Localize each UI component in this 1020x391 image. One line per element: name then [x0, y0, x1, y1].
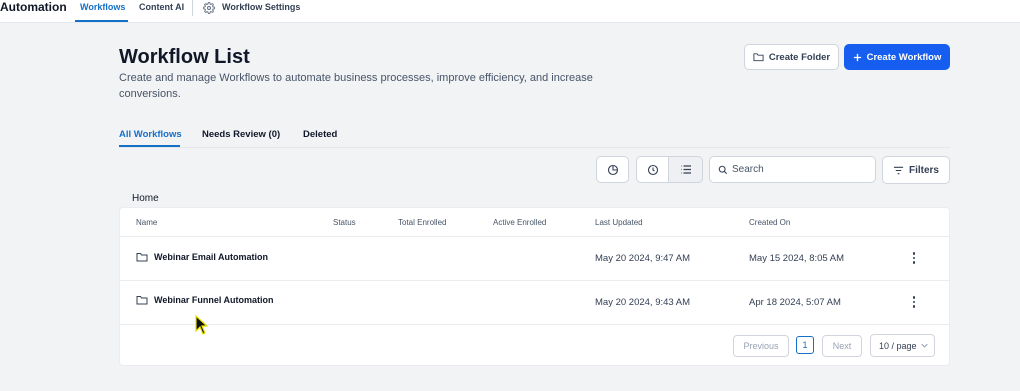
- create-folder-button[interactable]: Create Folder: [744, 44, 839, 70]
- create-workflow-label: Create Workflow: [866, 51, 942, 63]
- column-header-name: Name: [136, 218, 158, 227]
- tab-active-indicator: [119, 145, 180, 147]
- nav-tab-active-indicator: [75, 20, 128, 22]
- row-actions-menu-icon[interactable]: [909, 295, 919, 309]
- workflow-name: Webinar Funnel Automation: [154, 295, 274, 305]
- header-divider: [120, 236, 949, 237]
- clock-icon: [647, 164, 658, 175]
- nav-divider: [192, 0, 193, 16]
- nav-tab-workflows[interactable]: Workflows: [80, 0, 125, 14]
- mouse-cursor-icon: [195, 315, 209, 335]
- main-content: Workflow List Create and manage Workflow…: [0, 24, 1020, 391]
- column-header-total-enrolled: Total Enrolled: [398, 218, 447, 227]
- folder-icon: [136, 253, 148, 262]
- filter-lines-icon: [893, 166, 904, 174]
- chevron-down-icon: [920, 343, 928, 348]
- history-button[interactable]: [596, 156, 629, 183]
- tab-deleted[interactable]: Deleted: [303, 129, 337, 140]
- column-header-status: Status: [333, 218, 356, 227]
- page-number-current[interactable]: 1: [796, 336, 814, 354]
- create-folder-label: Create Folder: [768, 51, 831, 63]
- row-divider: [120, 280, 949, 281]
- list-view-button[interactable]: [668, 156, 703, 183]
- top-nav: Automation Workflows Content AI Workflow…: [0, 0, 1020, 23]
- workflow-table: Name Status Total Enrolled Active Enroll…: [119, 207, 950, 366]
- tab-needs-review[interactable]: Needs Review (0): [202, 129, 280, 140]
- nav-tab-workflow-settings[interactable]: Workflow Settings: [222, 0, 300, 14]
- next-page-button[interactable]: Next: [822, 335, 862, 357]
- table-row-name[interactable]: Webinar Funnel Automation: [136, 295, 274, 305]
- last-updated-cell: May 20 2024, 9:43 AM: [595, 297, 691, 308]
- plus-icon: [853, 53, 861, 61]
- page-size-select[interactable]: 10 / page: [870, 334, 935, 357]
- page-size-label: 10 / page: [879, 340, 917, 351]
- row-divider: [120, 324, 949, 325]
- recent-view-button[interactable]: [636, 156, 669, 183]
- last-updated-cell: May 20 2024, 9:47 AM: [595, 253, 691, 264]
- tab-all-workflows[interactable]: All Workflows: [119, 129, 182, 140]
- page-description: Create and manage Workflows to automate …: [119, 72, 593, 100]
- breadcrumb[interactable]: Home: [132, 193, 159, 204]
- filters-button[interactable]: Filters: [882, 156, 950, 184]
- search-box[interactable]: [709, 156, 876, 183]
- search-input[interactable]: [732, 164, 872, 175]
- filters-label: Filters: [908, 164, 939, 176]
- column-header-last-updated: Last Updated: [595, 218, 643, 227]
- created-on-cell: Apr 18 2024, 5:07 AM: [749, 297, 841, 308]
- search-icon: [718, 165, 728, 174]
- previous-page-button[interactable]: Previous: [733, 335, 789, 357]
- gear-icon[interactable]: [203, 2, 215, 14]
- create-workflow-button[interactable]: Create Workflow: [844, 44, 950, 70]
- created-on-cell: May 15 2024, 8:05 AM: [749, 253, 845, 264]
- folder-icon: [136, 296, 148, 305]
- list-icon: [680, 165, 691, 174]
- table-row-name[interactable]: Webinar Email Automation: [136, 252, 268, 262]
- row-actions-menu-icon[interactable]: [909, 251, 919, 265]
- tabs-divider: [119, 147, 950, 148]
- page-title: Workflow List: [119, 46, 250, 68]
- nav-tab-content-ai[interactable]: Content AI: [139, 0, 184, 14]
- column-header-created-on: Created On: [749, 218, 791, 227]
- column-header-active-enrolled: Active Enrolled: [493, 218, 547, 227]
- app-title: Automation: [0, 0, 67, 14]
- pie-clock-icon: [607, 164, 618, 175]
- folder-icon: [753, 53, 764, 62]
- workflow-name: Webinar Email Automation: [154, 252, 269, 262]
